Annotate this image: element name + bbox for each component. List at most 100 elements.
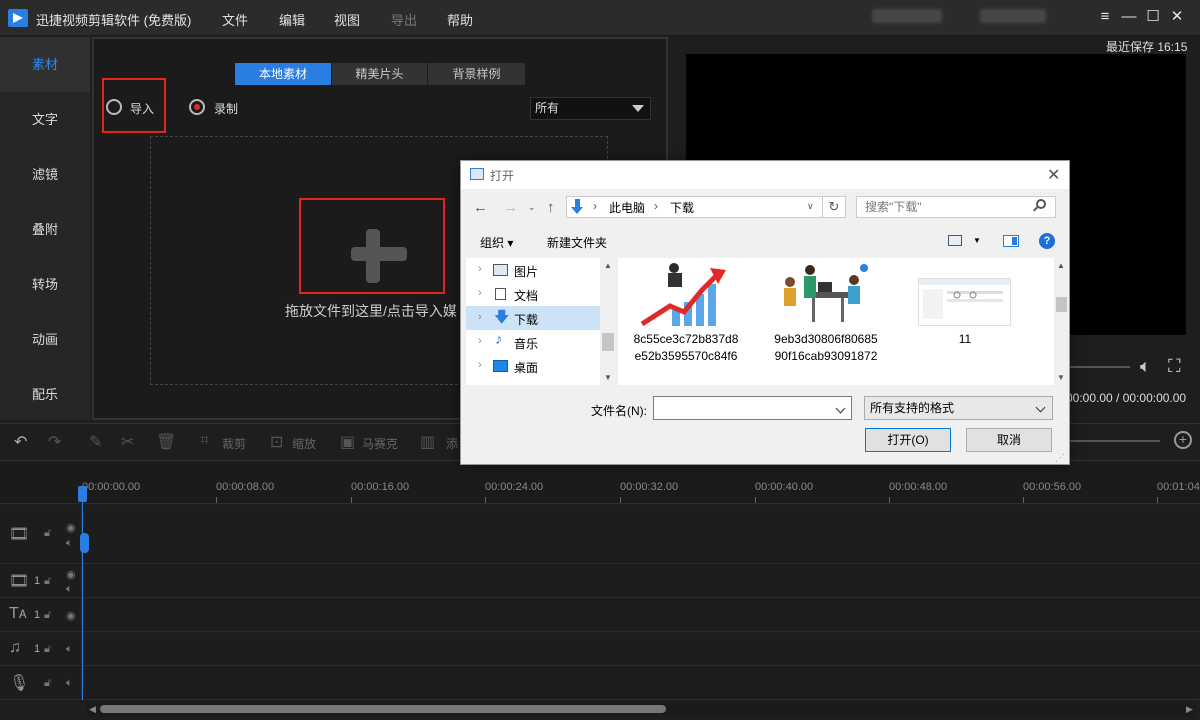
mosaic-icon[interactable]: ▣: [340, 432, 355, 452]
eye-icon[interactable]: ◉: [66, 568, 76, 581]
track-text-1[interactable]: Tᴀ 1 🔓︎ ◉: [0, 599, 1200, 632]
resize-grip-icon[interactable]: ⋰: [1055, 453, 1065, 464]
timeline-ruler[interactable]: [0, 462, 1200, 504]
menu-edit[interactable]: 编辑: [279, 10, 305, 29]
volume-icon[interactable]: 🔈︎: [66, 537, 73, 550]
scroll-left-icon[interactable]: ◀: [89, 704, 96, 715]
mosaic-button[interactable]: 马赛克: [362, 435, 398, 452]
playhead-handle[interactable]: [78, 486, 87, 502]
scroll-up-icon[interactable]: ▲: [1057, 261, 1065, 270]
breadcrumb-downloads[interactable]: 下载: [670, 199, 694, 216]
nav-item-media[interactable]: 素材: [0, 37, 90, 92]
dialog-title-bar[interactable]: [461, 161, 1069, 189]
tree-item-downloads[interactable]: › 🡇 下载: [466, 306, 600, 330]
scroll-right-icon[interactable]: ▶: [1186, 704, 1193, 715]
track-voice[interactable]: 🎙︎ 🔓︎ 🔈︎: [0, 667, 1200, 700]
view-dropdown-icon[interactable]: ▼: [973, 236, 981, 245]
chevron-right-icon[interactable]: ›: [478, 287, 482, 299]
delete-icon[interactable]: 🗑︎: [156, 432, 176, 452]
scroll-down-icon[interactable]: ▼: [604, 373, 612, 382]
plus-icon-bar[interactable]: [351, 247, 407, 261]
file-thumbnail[interactable]: [918, 278, 1011, 326]
help-icon[interactable]: ?: [1039, 233, 1055, 249]
add-button[interactable]: 添: [446, 435, 458, 452]
volume-icon[interactable]: 🔈︎: [1140, 356, 1151, 377]
search-input[interactable]: 搜索"下载": [856, 196, 1056, 218]
filename-input[interactable]: [653, 396, 852, 420]
scroll-up-icon[interactable]: ▲: [604, 261, 612, 270]
lock-icon[interactable]: 🔓︎: [44, 677, 51, 690]
file-list-scrollbar[interactable]: [1054, 258, 1069, 385]
file-thumbnail[interactable]: [640, 262, 732, 326]
tree-item-music[interactable]: › ♪ 音乐: [466, 330, 600, 354]
audio-icon[interactable]: ▥: [420, 432, 435, 452]
menu-icon[interactable]: ≡: [1097, 9, 1113, 25]
forward-icon[interactable]: →: [503, 199, 518, 216]
chevron-right-icon[interactable]: ›: [478, 359, 482, 371]
tree-scrollbar[interactable]: [600, 258, 616, 385]
import-button[interactable]: 导入: [130, 100, 154, 117]
tree-item-desktop[interactable]: › 桌面: [466, 354, 600, 378]
timeline-zoom-slider[interactable]: [1070, 440, 1160, 442]
cancel-button[interactable]: 取消: [966, 428, 1052, 452]
filetype-select[interactable]: 所有支持的格式: [864, 396, 1053, 420]
media-filter-select[interactable]: 所有: [530, 97, 651, 120]
dialog-close-icon[interactable]: ✕: [1047, 165, 1060, 185]
timeline-scrollbar-thumb[interactable]: [100, 705, 666, 713]
tree-item-pictures[interactable]: › 图片: [466, 258, 600, 282]
tab-local-media[interactable]: 本地素材: [235, 63, 331, 85]
menu-view[interactable]: 视图: [334, 10, 360, 29]
nav-item-music[interactable]: 配乐: [0, 367, 90, 422]
preview-pane-icon[interactable]: [1003, 235, 1019, 247]
address-dropdown-icon[interactable]: ∨: [807, 201, 814, 212]
record-icon[interactable]: [189, 99, 205, 115]
address-bar[interactable]: [566, 196, 823, 218]
volume-icon[interactable]: 🔈︎: [66, 677, 73, 690]
lock-icon[interactable]: 🔓︎: [44, 527, 51, 540]
lock-icon[interactable]: 🔓︎: [44, 575, 51, 588]
breadcrumb-this-pc[interactable]: 此电脑: [609, 199, 645, 216]
edit-icon[interactable]: ✎: [89, 432, 102, 452]
chevron-right-icon[interactable]: ›: [478, 311, 482, 323]
undo-icon[interactable]: ↶: [14, 432, 27, 452]
zoom-icon[interactable]: ⊡: [270, 432, 283, 452]
zoom-in-icon[interactable]: +: [1174, 431, 1192, 449]
lock-icon[interactable]: 🔓︎: [44, 609, 51, 622]
file-thumbnail[interactable]: [778, 262, 871, 326]
close-icon[interactable]: ✕: [1169, 9, 1185, 25]
recent-locations-icon[interactable]: ⌄: [528, 202, 536, 213]
search-icon[interactable]: [1036, 199, 1046, 209]
file-list-scrollbar-thumb[interactable]: [1056, 297, 1067, 312]
track-music-1[interactable]: ♫ 1 🔓︎ 🔈︎: [0, 633, 1200, 666]
nav-item-transition[interactable]: 转场: [0, 257, 90, 312]
progress-track[interactable]: [1070, 366, 1130, 368]
tab-intros[interactable]: 精美片头: [332, 63, 427, 85]
menu-help[interactable]: 帮助: [447, 10, 473, 29]
redo-icon[interactable]: ↷: [48, 432, 61, 452]
volume-icon[interactable]: 🔈︎: [66, 643, 73, 656]
eye-icon[interactable]: ◉: [66, 521, 76, 534]
crop-button[interactable]: 裁剪: [222, 435, 246, 452]
nav-item-animation[interactable]: 动画: [0, 312, 90, 367]
maximize-icon[interactable]: ☐: [1145, 9, 1161, 25]
file-name[interactable]: 11: [910, 331, 1020, 348]
refresh-icon[interactable]: ↻: [822, 196, 846, 218]
chevron-right-icon[interactable]: ›: [478, 263, 482, 275]
menu-file[interactable]: 文件: [222, 10, 248, 29]
lock-icon[interactable]: 🔓︎: [44, 643, 51, 656]
organize-button[interactable]: 组织 ▾: [480, 234, 513, 251]
chevron-right-icon[interactable]: ›: [478, 335, 482, 347]
fullscreen-icon[interactable]: ⛶: [1168, 356, 1181, 377]
menu-export[interactable]: 导出: [391, 10, 417, 29]
account-area[interactable]: [872, 9, 942, 23]
new-folder-button[interactable]: 新建文件夹: [547, 234, 607, 251]
volume-icon[interactable]: 🔈︎: [66, 583, 73, 596]
tab-backgrounds[interactable]: 背景样例: [428, 63, 525, 85]
track-video-1[interactable]: 🎞︎ 1 🔓︎ ◉ 🔈︎: [0, 565, 1200, 598]
scroll-down-icon[interactable]: ▼: [1057, 373, 1065, 382]
cut-icon[interactable]: ✂: [121, 432, 134, 452]
nav-item-overlay[interactable]: 叠附: [0, 202, 90, 257]
playhead-knob[interactable]: [80, 533, 89, 553]
zoom-button[interactable]: 缩放: [292, 435, 316, 452]
open-button[interactable]: 打开(O): [865, 428, 951, 452]
